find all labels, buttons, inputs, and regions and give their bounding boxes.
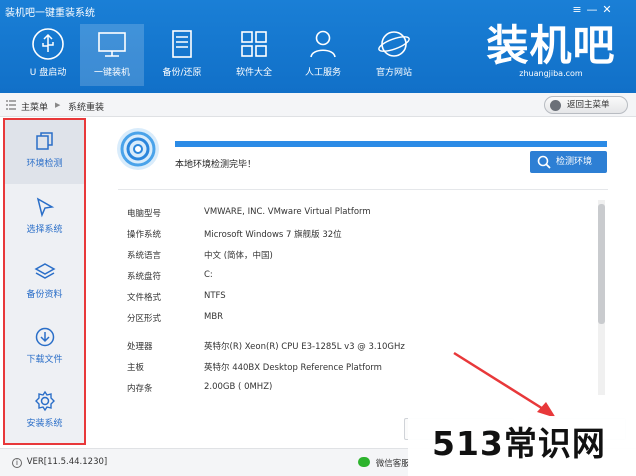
watermark: 513常识网 — [408, 416, 636, 476]
annotation-arrow-icon — [453, 351, 556, 418]
